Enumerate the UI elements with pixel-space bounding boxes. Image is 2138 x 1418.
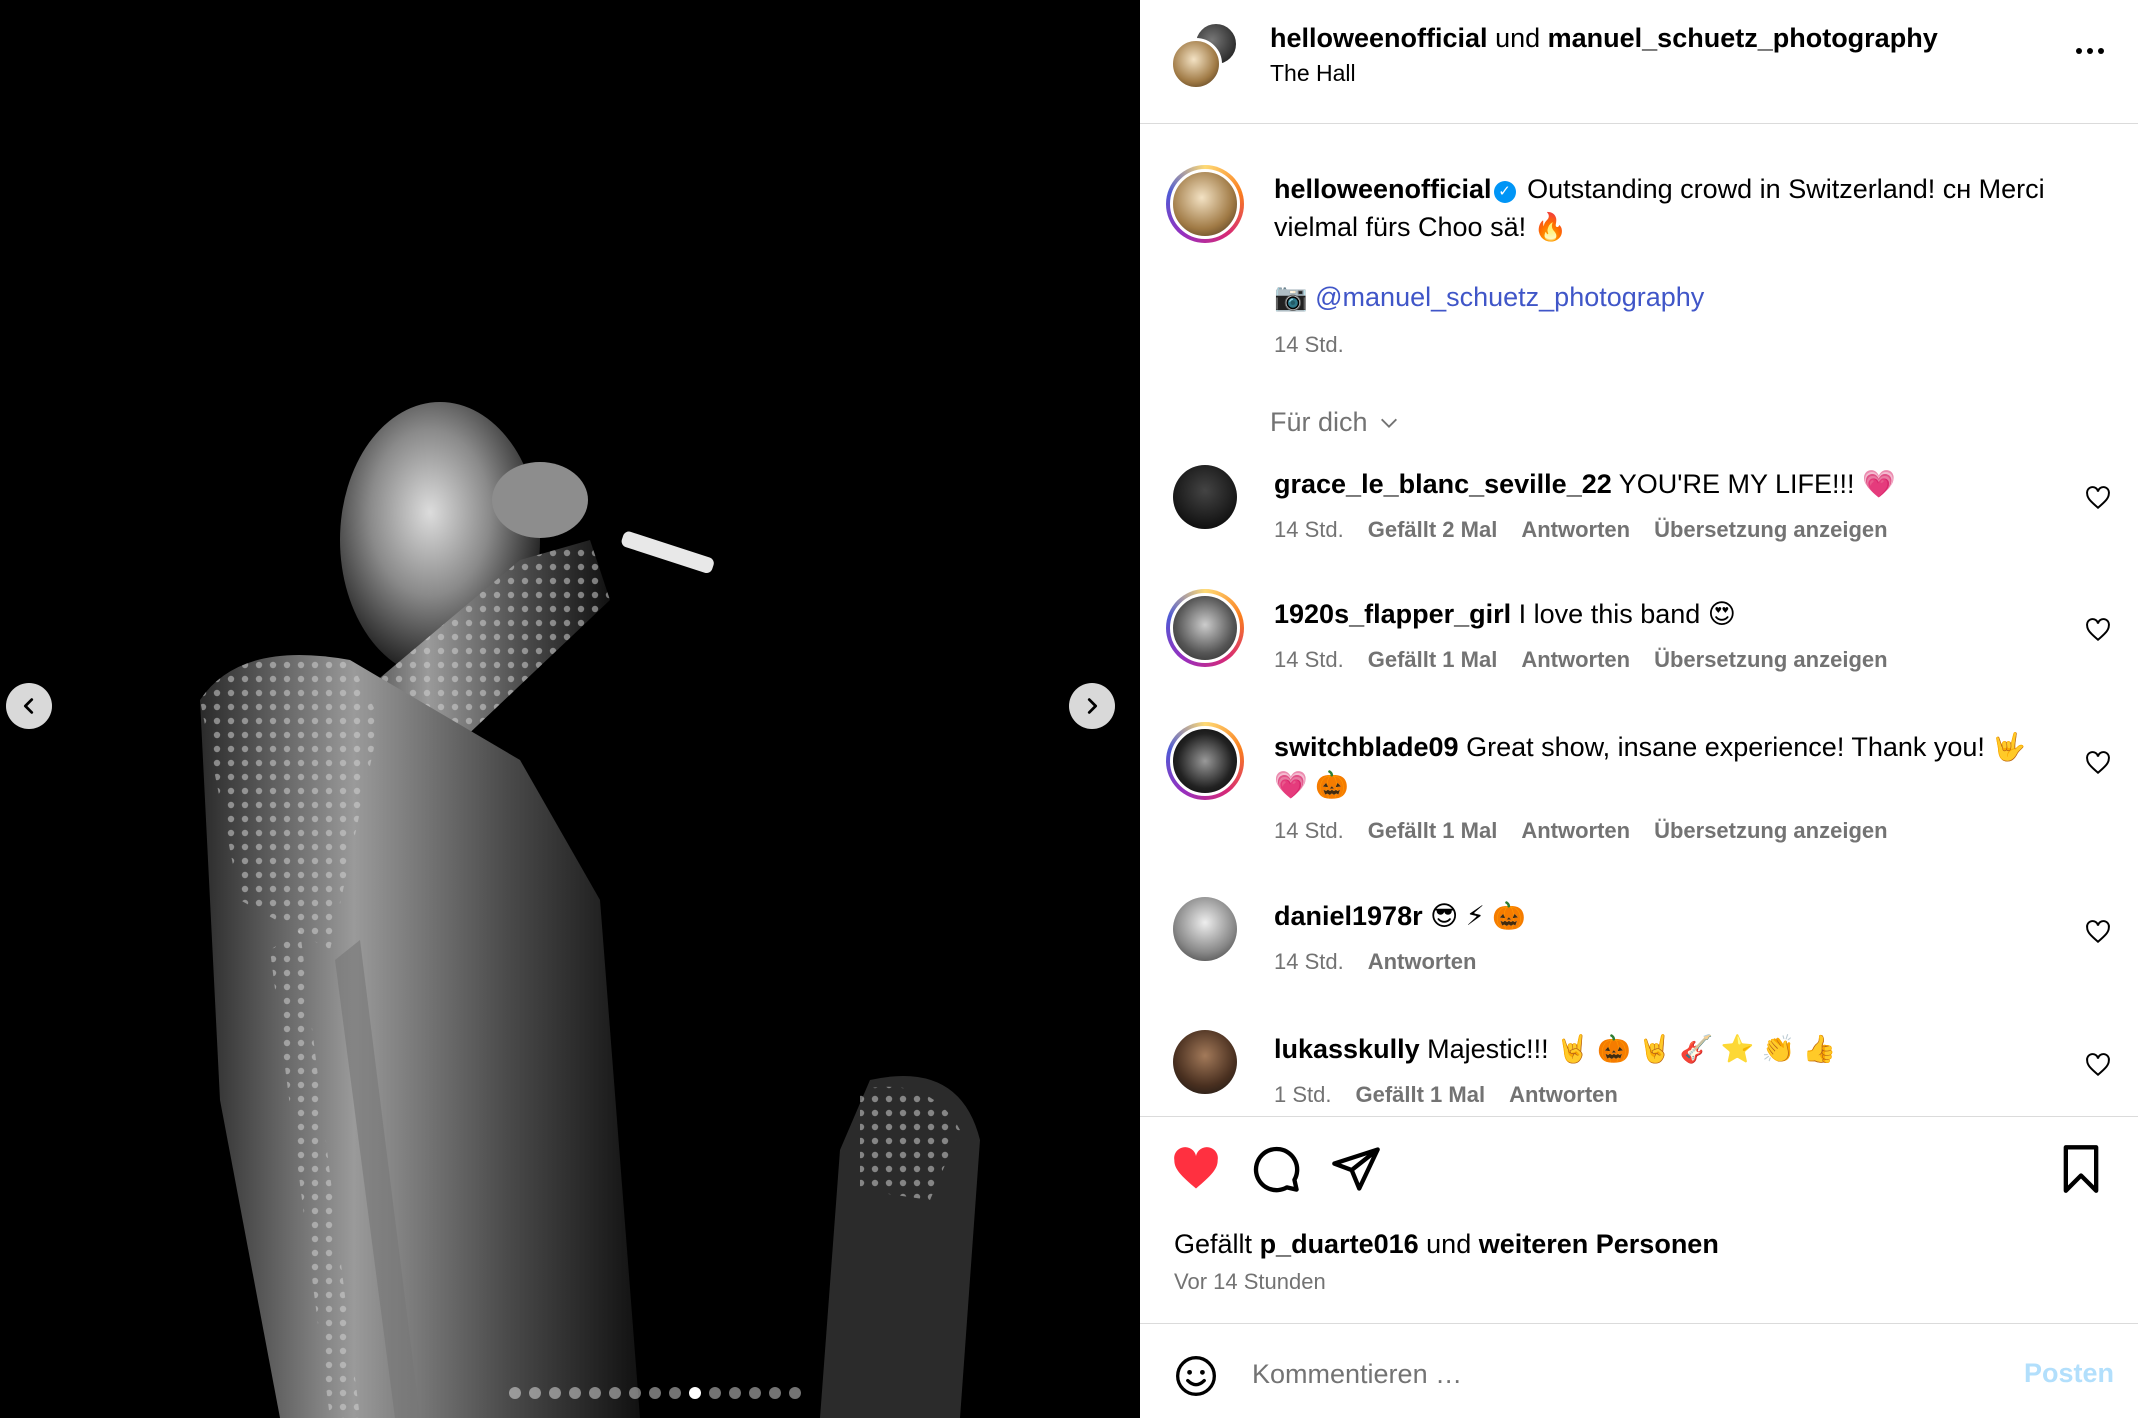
carousel-dot bbox=[749, 1387, 761, 1399]
comment-time: 14 Std. bbox=[1274, 818, 1344, 843]
bookmark-icon[interactable] bbox=[2055, 1143, 2107, 1195]
comment-sort-dropdown[interactable]: Für dich bbox=[1270, 407, 1400, 438]
previous-slide-button[interactable] bbox=[6, 683, 52, 729]
liker-username[interactable]: p_duarte016 bbox=[1260, 1229, 1419, 1259]
chevron-left-icon bbox=[23, 698, 34, 714]
comment-likes-link[interactable]: Gefällt 2 Mal bbox=[1368, 517, 1498, 543]
commenter-username[interactable]: daniel1978r bbox=[1274, 901, 1423, 931]
translate-button[interactable]: Übersetzung anzeigen bbox=[1654, 517, 1887, 543]
carousel-dot bbox=[689, 1387, 701, 1399]
commenter-avatar[interactable] bbox=[1166, 589, 1244, 667]
camera-icon: 📷 bbox=[1274, 282, 1308, 312]
carousel-dot bbox=[669, 1387, 681, 1399]
next-slide-button[interactable] bbox=[1069, 683, 1115, 729]
comment-composer: Posten bbox=[1140, 1323, 2138, 1418]
caption-avatar[interactable] bbox=[1166, 165, 1244, 243]
comment-text: I love this band 😍 bbox=[1518, 599, 1736, 629]
post-comment-button[interactable]: Posten bbox=[2024, 1358, 2114, 1389]
likes-connector: und bbox=[1426, 1229, 1472, 1259]
comment-text: Majestic!!! 🤘 🎃 🤘 🎸 ⭐ 👏 👍 bbox=[1427, 1034, 1837, 1064]
comment-time: 14 Std. bbox=[1274, 949, 1344, 974]
avatar-helloween bbox=[1170, 38, 1222, 90]
photographer-mention-link[interactable]: @manuel_schuetz_photography bbox=[1315, 282, 1704, 312]
heart-filled-icon[interactable] bbox=[1170, 1143, 1222, 1195]
commenter-username[interactable]: grace_le_blanc_seville_22 bbox=[1274, 469, 1612, 499]
author-connector: und bbox=[1495, 23, 1541, 53]
carousel-dot bbox=[609, 1387, 621, 1399]
reply-button[interactable]: Antworten bbox=[1521, 647, 1630, 673]
reply-button[interactable]: Antworten bbox=[1521, 517, 1630, 543]
commenter-avatar[interactable] bbox=[1173, 465, 1237, 529]
share-icon[interactable] bbox=[1330, 1143, 1382, 1195]
comment-time: 1 Std. bbox=[1274, 1082, 1332, 1107]
comment-input[interactable] bbox=[1252, 1352, 1992, 1396]
translate-button[interactable]: Übersetzung anzeigen bbox=[1654, 818, 1887, 844]
post-timestamp: Vor 14 Stunden bbox=[1174, 1269, 1326, 1294]
post-side-panel: helloweenofficial und manuel_schuetz_pho… bbox=[1140, 0, 2138, 1418]
heart-outline-icon[interactable] bbox=[2085, 750, 2111, 776]
more-horizontal-icon bbox=[2076, 48, 2082, 54]
commenter-avatar[interactable] bbox=[1173, 897, 1237, 961]
reply-button[interactable]: Antworten bbox=[1509, 1082, 1618, 1108]
comment-time: 14 Std. bbox=[1274, 517, 1344, 542]
comment-icon[interactable] bbox=[1250, 1143, 1302, 1195]
carousel-dot bbox=[629, 1387, 641, 1399]
comment-text: 😎 ⚡ 🎃 bbox=[1430, 901, 1526, 931]
comment-time: 14 Std. bbox=[1274, 647, 1344, 672]
comment-likes-link[interactable]: Gefällt 1 Mal bbox=[1368, 818, 1498, 844]
comment-likes-link[interactable]: Gefällt 1 Mal bbox=[1368, 647, 1498, 673]
carousel-dot bbox=[549, 1387, 561, 1399]
heart-outline-icon[interactable] bbox=[2085, 485, 2111, 511]
reply-button[interactable]: Antworten bbox=[1368, 949, 1477, 975]
comment-text: YOU'RE MY LIFE!!! 💗 bbox=[1618, 469, 1896, 499]
heart-outline-icon[interactable] bbox=[2085, 919, 2111, 945]
heart-outline-icon[interactable] bbox=[2085, 617, 2111, 643]
likes-summary: Gefällt p_duarte016 und weiteren Persone… bbox=[1174, 1229, 1719, 1260]
collab-avatars[interactable] bbox=[1170, 22, 1240, 92]
carousel-dot bbox=[789, 1387, 801, 1399]
smiley-icon[interactable] bbox=[1174, 1354, 1218, 1398]
author-link-2[interactable]: manuel_schuetz_photography bbox=[1548, 23, 1938, 53]
carousel-dot bbox=[589, 1387, 601, 1399]
carousel-dot bbox=[769, 1387, 781, 1399]
post-authors: helloweenofficial und manuel_schuetz_pho… bbox=[1270, 22, 1938, 54]
caption-username[interactable]: helloweenofficial bbox=[1274, 174, 1492, 204]
carousel-indicator bbox=[0, 1387, 1140, 1399]
carousel-dot bbox=[709, 1387, 721, 1399]
location-link[interactable]: The Hall bbox=[1270, 60, 1356, 87]
commenter-username[interactable]: switchblade09 bbox=[1274, 732, 1459, 762]
verified-badge-icon: ✓ bbox=[1493, 181, 1516, 203]
likes-others-link[interactable]: weiteren Personen bbox=[1479, 1229, 1719, 1259]
commenter-username[interactable]: 1920s_flapper_girl bbox=[1274, 599, 1511, 629]
post-caption: helloweenofficial ✓ Outstanding crowd in … bbox=[1274, 170, 2094, 246]
chevron-right-icon bbox=[1087, 698, 1098, 714]
post-header: helloweenofficial und manuel_schuetz_pho… bbox=[1140, 0, 2138, 124]
comments-section[interactable]: helloweenofficial ✓ Outstanding crowd in … bbox=[1140, 125, 2138, 1115]
carousel-dot bbox=[729, 1387, 741, 1399]
translate-button[interactable]: Übersetzung anzeigen bbox=[1654, 647, 1887, 673]
likes-prefix: Gefällt bbox=[1174, 1229, 1253, 1259]
author-link-1[interactable]: helloweenofficial bbox=[1270, 23, 1488, 53]
comment-likes-link[interactable]: Gefällt 1 Mal bbox=[1355, 1082, 1485, 1108]
carousel-dot bbox=[649, 1387, 661, 1399]
commenter-avatar[interactable] bbox=[1166, 722, 1244, 800]
chevron-down-icon bbox=[1380, 418, 1397, 428]
carousel-dot bbox=[569, 1387, 581, 1399]
post-action-bar: Gefällt p_duarte016 und weiteren Persone… bbox=[1140, 1116, 2138, 1322]
concert-photo bbox=[0, 0, 1140, 1418]
reply-button[interactable]: Antworten bbox=[1521, 818, 1630, 844]
post-photo-carousel[interactable] bbox=[0, 0, 1140, 1418]
heart-outline-icon[interactable] bbox=[2085, 1052, 2111, 1078]
more-options-button[interactable] bbox=[2065, 36, 2115, 66]
carousel-dot bbox=[529, 1387, 541, 1399]
sort-label: Für dich bbox=[1270, 407, 1368, 437]
commenter-username[interactable]: lukasskully bbox=[1274, 1034, 1420, 1064]
caption-timestamp: 14 Std. bbox=[1274, 332, 1344, 357]
commenter-avatar[interactable] bbox=[1173, 1030, 1237, 1094]
carousel-dot bbox=[509, 1387, 521, 1399]
photo-credit: 📷 @manuel_schuetz_photography bbox=[1274, 281, 1704, 313]
